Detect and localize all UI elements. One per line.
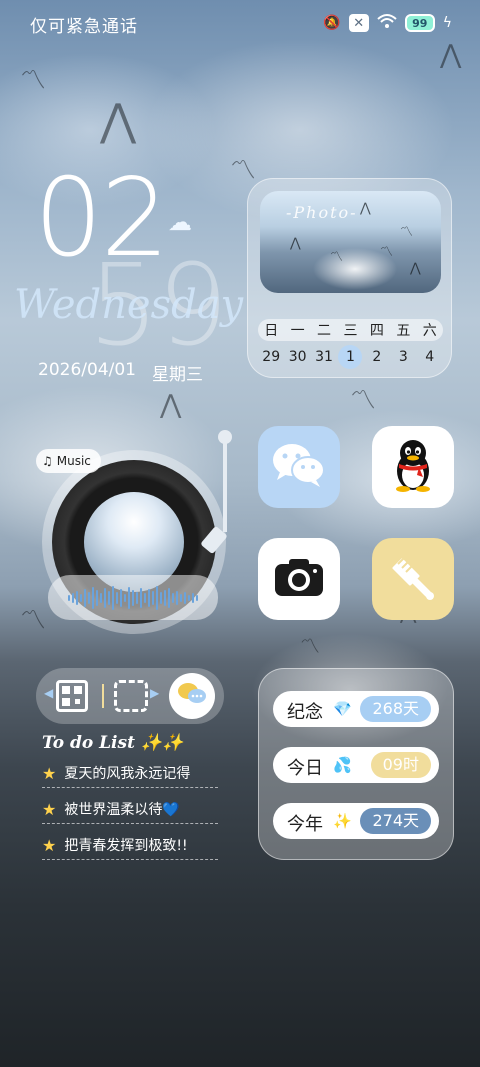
star-icon: ★	[42, 799, 57, 819]
row-value: 274天	[360, 808, 431, 834]
cloud-rain-icon: ☁	[168, 208, 192, 236]
todo-item-text: 夏天的风我永远记得	[64, 766, 191, 782]
calendar-day: 3	[398, 349, 408, 365]
todo-title: To do List ✨✨	[42, 733, 183, 753]
battery-icon: 99	[404, 14, 435, 32]
days-counter-widget[interactable]: 纪念 💎 268天 今日 💦 09时 今年 ✨ 274天	[258, 668, 454, 860]
camera-icon	[273, 556, 325, 602]
music-tag-label: Music	[56, 454, 91, 468]
calendar-day: 31	[315, 349, 333, 365]
quick-actions-bar: ◀ ▶	[36, 668, 224, 724]
year-row: 今年 ✨ 274天	[273, 803, 439, 839]
weekday-header: 四	[369, 323, 384, 339]
status-text: 仅可紧急通话	[30, 17, 138, 37]
chat-bubble-icon	[176, 680, 208, 712]
today-row: 今日 💦 09时	[273, 747, 439, 783]
row-label: 纪念	[287, 702, 323, 723]
weekday-header: 三	[343, 323, 358, 339]
music-widget[interactable]: ♫ Music	[22, 430, 238, 640]
scan-icon[interactable]	[114, 680, 148, 712]
weekday-header: 五	[396, 323, 411, 339]
star-icon: ★	[42, 835, 57, 855]
camera-app[interactable]	[258, 538, 340, 620]
music-note-icon: ♫	[42, 454, 53, 468]
sparkle-icon: ✨	[333, 812, 352, 830]
wechat-app[interactable]	[258, 426, 340, 508]
clock-hour[interactable]: 02	[34, 165, 169, 273]
todo-title-text: To do List	[42, 733, 135, 753]
mute-icon: 🔕	[323, 15, 341, 31]
calendar-day: 4	[425, 349, 435, 365]
calendar-days-row: 29 30 31 1 2 3 4	[258, 345, 443, 369]
calendar-day: 29	[262, 349, 281, 365]
calendar-weekday-header: 日 一 二 三 四 五 六	[258, 319, 443, 341]
todo-item-text: 把青春发挥到极致!!	[64, 838, 188, 854]
calendar-day: 30	[288, 349, 307, 365]
row-value: 268天	[360, 696, 431, 722]
weekday-header: 一	[290, 323, 305, 339]
row-label: 今年	[287, 814, 323, 835]
weekday-header: 六	[422, 323, 437, 339]
close-box-icon: ✕	[348, 14, 369, 32]
chat-bubble-button[interactable]	[169, 673, 215, 719]
photo-caption: -Photo-	[286, 203, 358, 222]
droplets-icon: 💦	[333, 756, 352, 774]
qr-code-icon[interactable]	[56, 680, 88, 712]
calendar-day-today: 1	[338, 345, 363, 369]
row-label: 今日	[287, 758, 323, 779]
weekday-header: 二	[317, 323, 332, 339]
tonearm	[200, 430, 232, 570]
star-icon: ★	[42, 763, 57, 783]
calendar-day: 2	[372, 349, 382, 365]
anniversary-row: 纪念 💎 268天	[273, 691, 439, 727]
brush-icon	[388, 552, 438, 606]
arrow-left-icon: ◀	[44, 686, 54, 700]
todo-item[interactable]: ★ 夏天的风我永远记得	[42, 763, 218, 788]
qq-penguin-icon	[389, 437, 437, 497]
divider	[102, 684, 104, 708]
weekday-header: 日	[264, 323, 279, 339]
todo-item[interactable]: ★ 被世界温柔以待💙	[42, 799, 218, 824]
sparkle-icon: ✨✨	[140, 733, 184, 753]
diamond-icon: 💎	[333, 700, 352, 718]
wifi-icon	[377, 13, 397, 33]
qq-app[interactable]	[372, 426, 454, 508]
todo-item-text: 被世界温柔以待💙	[64, 802, 180, 818]
charging-icon: ϟ	[442, 15, 452, 31]
theme-app[interactable]	[372, 538, 454, 620]
wechat-icon	[270, 440, 328, 494]
calendar-widget[interactable]: -Photo- ⋀ 〽 ⋀ 〽 ⋀ 〽 日 一 二 三 四 五 六 29 30 …	[247, 178, 452, 378]
row-value: 09时	[370, 752, 431, 778]
todo-item[interactable]: ★ 把青春发挥到极致!!	[42, 835, 218, 860]
date-text: 2026/04/01	[38, 360, 136, 380]
status-bar: 仅可紧急通话 🔕 ✕ 99 ϟ	[0, 0, 480, 48]
audio-waveform	[48, 575, 218, 620]
weekday-chinese: 星期三	[152, 365, 203, 385]
weekday-english: Wednesday	[14, 282, 244, 328]
music-tag: ♫ Music	[36, 449, 101, 473]
calendar-photo: -Photo- ⋀ 〽 ⋀ 〽 ⋀ 〽	[260, 191, 441, 293]
arrow-right-icon: ▶	[150, 686, 160, 700]
